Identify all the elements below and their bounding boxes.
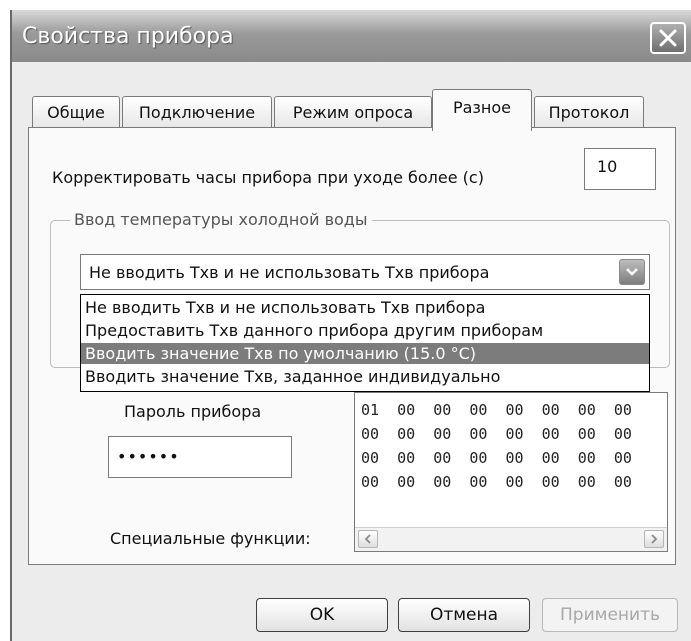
cold-water-group-label: Ввод температуры холодной воды: [70, 210, 372, 229]
combobox-dropdown-list: Не вводить Тхв и не использовать Тхв при…: [80, 294, 650, 392]
special-functions-hex-view[interactable]: 01 00 00 00 00 00 00 00 00 00 00 00 00 0…: [354, 392, 668, 552]
tab-protocol[interactable]: Протокол: [534, 96, 644, 128]
special-functions-label: Специальные функции:: [110, 529, 311, 548]
hex-row: 00 00 00 00 00 00 00 00: [361, 473, 632, 491]
hex-row: 00 00 00 00 00 00 00 00: [361, 425, 632, 443]
hex-row: 00 00 00 00 00 00 00 00: [361, 449, 632, 467]
cold-water-combobox[interactable]: Не вводить Тхв и не использовать Тхв при…: [80, 254, 650, 290]
password-input[interactable]: ••••••: [108, 436, 292, 478]
tab-label: Протокол: [548, 103, 630, 122]
dropdown-option[interactable]: Предоставить Тхв данного прибора другим …: [81, 320, 649, 341]
dropdown-option[interactable]: Вводить значение Тхв, заданное индивидуа…: [81, 366, 649, 387]
cancel-button[interactable]: Отмена: [398, 598, 530, 632]
scroll-left-button[interactable]: [358, 530, 378, 548]
dropdown-option-selected[interactable]: Вводить значение Тхв по умолчанию (15.0 …: [81, 343, 649, 364]
dialog-window: Свойства прибора Общие Подключение Режим…: [10, 10, 691, 641]
scroll-right-button[interactable]: [644, 530, 664, 548]
password-value: ••••••: [117, 447, 180, 466]
title-bar[interactable]: Свойства прибора: [12, 10, 691, 62]
tab-label: Подключение: [138, 103, 256, 122]
combobox-dropdown-button[interactable]: [619, 259, 645, 285]
password-label: Пароль прибора: [124, 402, 262, 421]
apply-button-label: Применить: [560, 605, 660, 625]
tab-general[interactable]: Общие: [32, 96, 120, 128]
cancel-button-label: Отмена: [429, 605, 499, 625]
clock-correction-value: 10: [597, 157, 618, 176]
dropdown-option[interactable]: Не вводить Тхв и не использовать Тхв при…: [81, 297, 649, 318]
combobox-value: Не вводить Тхв и не использовать Тхв при…: [89, 263, 490, 282]
chevron-down-icon: [626, 268, 638, 276]
horizontal-scrollbar[interactable]: [355, 527, 667, 551]
apply-button[interactable]: Применить: [542, 598, 678, 632]
tab-connection[interactable]: Подключение: [122, 96, 272, 128]
close-icon: [659, 29, 677, 47]
chevron-left-icon: [364, 534, 371, 544]
hex-row: 01 00 00 00 00 00 00 00: [361, 401, 632, 419]
tab-misc[interactable]: Разное: [432, 89, 532, 131]
chevron-right-icon: [651, 534, 658, 544]
ok-button[interactable]: OK: [256, 598, 388, 632]
close-button[interactable]: [650, 22, 686, 54]
tab-label: Общие: [47, 103, 105, 122]
ok-button-label: OK: [309, 605, 335, 625]
clock-correction-label: Корректировать часы прибора при уходе бо…: [52, 168, 484, 187]
window-title: Свойства прибора: [22, 24, 234, 49]
tab-label: Разное: [452, 98, 512, 117]
tab-polling-mode[interactable]: Режим опроса: [274, 96, 432, 128]
clock-correction-input[interactable]: 10: [584, 148, 656, 190]
tab-label: Режим опроса: [292, 103, 414, 122]
